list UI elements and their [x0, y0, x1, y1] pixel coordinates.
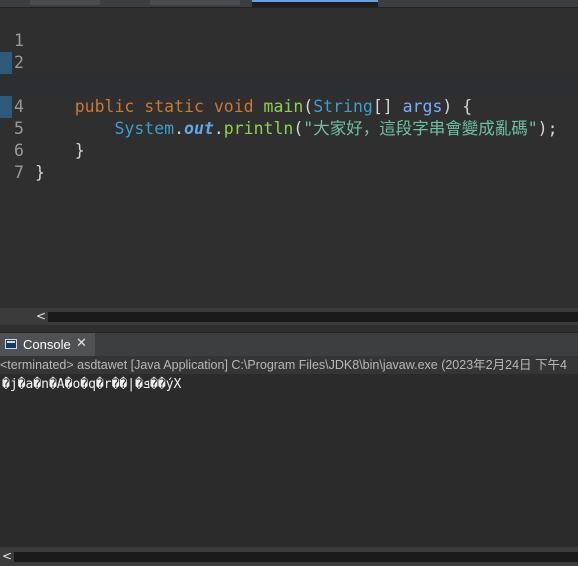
- close-icon[interactable]: ✕: [76, 336, 87, 351]
- editor-tab[interactable]: [150, 0, 240, 5]
- scrollbar-track[interactable]: [14, 552, 578, 562]
- console-body[interactable]: <terminated> asdtawet [Java Application]…: [0, 356, 578, 547]
- code-line-1: 1: [0, 8, 578, 50]
- console-view-header: Console ✕: [0, 332, 578, 357]
- editor-tab[interactable]: [30, 0, 100, 5]
- code-editor[interactable]: 1 2 public class asdtawet { 3 public sta…: [0, 8, 578, 308]
- console-horizontal-scrollbar[interactable]: <: [0, 547, 578, 566]
- console-icon: [5, 339, 17, 349]
- code-line-4: 4 System.out.println("大家好，這段字串會變成亂碼");: [0, 74, 578, 138]
- editor-tab-strip: [0, 0, 578, 8]
- console-status-line: <terminated> asdtawet [Java Application]…: [0, 356, 578, 374]
- code-line-6: 6 }: [0, 118, 578, 182]
- editor-horizontal-scrollbar[interactable]: <: [0, 308, 578, 325]
- console-output: �j�a�n�A�o�q�r��|�ܦ��ýX: [2, 377, 182, 392]
- chevron-left-icon[interactable]: <: [0, 548, 14, 565]
- code-line-2: 2 public class asdtawet {: [0, 30, 578, 94]
- scrollbar-track[interactable]: [48, 312, 578, 322]
- tab-console-label: Console: [23, 337, 71, 352]
- code-line-7: 7: [0, 140, 578, 182]
- code-line-3: 3 public static void main(String[] args)…: [0, 52, 578, 116]
- chevron-left-icon[interactable]: <: [34, 308, 48, 325]
- line-number: 7: [14, 163, 24, 182]
- code-line-5: 5 }: [0, 96, 578, 160]
- editor-tab-active[interactable]: [252, 0, 378, 7]
- tab-console[interactable]: Console ✕: [0, 333, 95, 357]
